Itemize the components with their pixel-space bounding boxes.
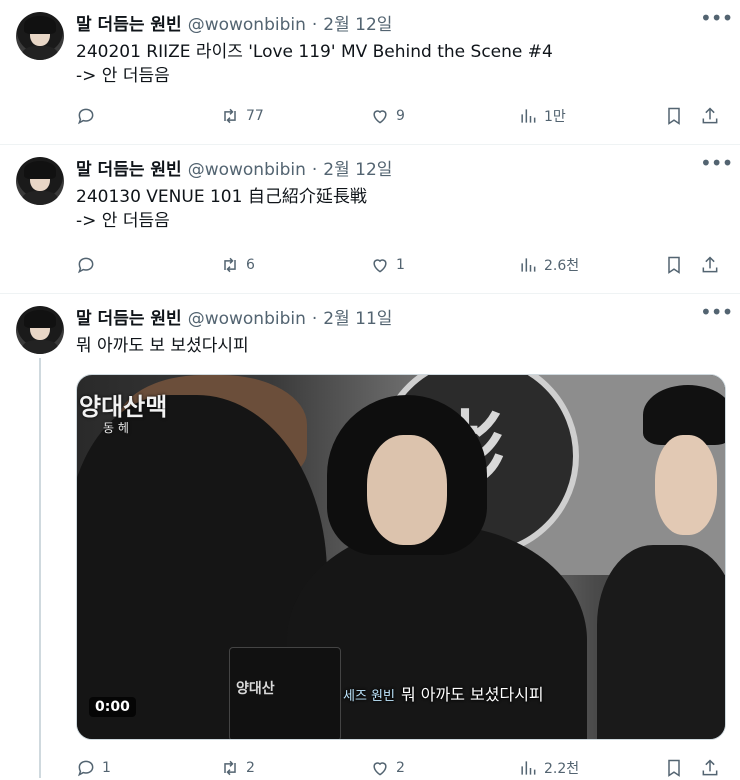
views-count: 2.6천 xyxy=(544,258,580,274)
reply-count: 1 xyxy=(102,760,111,776)
views-count: 2.2천 xyxy=(544,761,580,777)
bookmark-button[interactable] xyxy=(664,253,684,277)
like-button[interactable]: 2 xyxy=(370,756,405,780)
share-button[interactable] xyxy=(700,253,720,277)
tweet-text-line: -> 안 더듬음 xyxy=(76,66,170,86)
tweet-date[interactable]: 2월 12일 xyxy=(323,10,392,35)
avatar[interactable] xyxy=(16,12,64,60)
more-horizontal-icon: ••• xyxy=(700,300,733,324)
tweet-text: 240201 RIIZE 라이즈 'Love 119' MV Behind th… xyxy=(76,40,710,88)
author-name[interactable]: 말 더듬는 원빈 xyxy=(76,155,182,180)
views-button[interactable]: 1만 xyxy=(518,104,566,128)
retweet-icon xyxy=(224,108,236,124)
views-count: 1만 xyxy=(544,109,566,125)
subtitle-name-tag: 세즈 원빈 xyxy=(343,689,395,704)
reply-button[interactable] xyxy=(76,104,102,128)
tweet-text: 240130 VENUE 101 自己紹介延長戦 -> 안 더듬음 xyxy=(76,185,710,233)
bar-chart-icon xyxy=(521,761,536,775)
video-subtitle: 세즈 원빈 뭐 아까도 보셨다시피 xyxy=(343,681,544,705)
tweet-actions: 6 1 2.6천 xyxy=(76,253,724,277)
tweet-text: 뭐 아까도 보 보셨다시피 xyxy=(76,334,710,358)
bar-chart-icon xyxy=(521,258,536,272)
separator: · xyxy=(311,309,318,329)
person-right-face xyxy=(655,435,717,535)
like-count: 1 xyxy=(396,257,405,273)
views-button[interactable]: 2.6천 xyxy=(518,253,579,277)
tweet-3[interactable]: 말 더듬는 원빈 @wowonbibin · 2월 11일 ••• 뭐 아까도 … xyxy=(0,294,740,778)
person-center-face xyxy=(367,435,447,545)
more-horizontal-icon: ••• xyxy=(700,151,733,175)
separator: · xyxy=(311,15,318,35)
retweet-count: 6 xyxy=(246,257,255,273)
retweet-icon xyxy=(224,760,236,776)
tweet-header: 말 더듬는 원빈 @wowonbibin · 2월 12일 xyxy=(76,10,680,35)
retweet-button[interactable]: 77 xyxy=(220,104,264,128)
like-count: 9 xyxy=(396,108,405,124)
subtitle-text: 뭐 아까도 보셨다시피 xyxy=(400,685,544,704)
tweet-text-line: 240201 RIIZE 라이즈 'Love 119' MV Behind th… xyxy=(76,42,553,62)
person-right xyxy=(597,545,725,739)
tweet-text-line: 240130 VENUE 101 自己紹介延長戦 xyxy=(76,187,367,207)
tweet-actions: 77 9 1만 xyxy=(76,104,724,128)
tweet-1[interactable]: 말 더듬는 원빈 @wowonbibin · 2월 12일 ••• 240201… xyxy=(0,0,740,145)
share-button[interactable] xyxy=(700,756,720,780)
tweet-text-line: 뭐 아까도 보 보셨다시피 xyxy=(76,336,249,356)
tweet-header: 말 더듬는 원빈 @wowonbibin · 2월 11일 xyxy=(76,304,680,329)
retweet-button[interactable]: 2 xyxy=(220,756,255,780)
bookmark-icon xyxy=(668,256,680,274)
show-logo-sub: 동 헤 xyxy=(103,421,129,435)
author-handle[interactable]: @wowonbibin xyxy=(188,160,306,180)
tweet-header: 말 더듬는 원빈 @wowonbibin · 2월 12일 xyxy=(76,155,680,180)
tweet-date[interactable]: 2월 12일 xyxy=(323,155,392,180)
thread-line xyxy=(39,358,41,778)
retweet-count: 77 xyxy=(246,108,264,124)
more-options-button[interactable]: ••• xyxy=(700,302,733,326)
like-button[interactable]: 1 xyxy=(370,253,405,277)
reply-bubble-icon xyxy=(78,760,94,777)
retweet-button[interactable]: 6 xyxy=(220,253,255,277)
more-horizontal-icon: ••• xyxy=(700,6,733,30)
heart-icon xyxy=(373,110,387,124)
avatar[interactable] xyxy=(16,306,64,354)
reply-bubble-icon xyxy=(78,257,94,274)
like-count: 2 xyxy=(396,760,405,776)
show-logo: 양대산맥 xyxy=(79,392,168,421)
video-player[interactable]: 彬 양대산 양대산맥 동 헤 세즈 원빈뭐 아까도 보셨다시피 0:00 xyxy=(76,374,726,740)
more-options-button[interactable]: ••• xyxy=(700,153,733,177)
tweet-date[interactable]: 2월 11일 xyxy=(323,304,392,329)
heart-icon xyxy=(373,259,387,273)
reply-button[interactable] xyxy=(76,253,102,277)
share-upload-icon xyxy=(702,256,718,273)
video-duration: 0:00 xyxy=(89,697,136,717)
bookmark-icon xyxy=(668,107,680,125)
more-options-button[interactable]: ••• xyxy=(700,8,733,32)
share-upload-icon xyxy=(702,107,718,124)
tweet-text-line: -> 안 더듬음 xyxy=(76,211,170,231)
tweet-actions: 1 2 2 2.2천 xyxy=(76,756,724,780)
bookmark-button[interactable] xyxy=(664,756,684,780)
retweet-icon xyxy=(224,257,236,273)
retweet-count: 2 xyxy=(246,760,255,776)
heart-icon xyxy=(373,762,387,776)
author-handle[interactable]: @wowonbibin xyxy=(188,15,306,35)
bar-chart-icon xyxy=(521,109,536,123)
bookmark-icon xyxy=(668,759,680,777)
avatar[interactable] xyxy=(16,157,64,205)
reply-button[interactable]: 1 xyxy=(76,756,111,780)
bookmark-button[interactable] xyxy=(664,104,684,128)
book-title: 양대산 xyxy=(236,681,275,697)
like-button[interactable]: 9 xyxy=(370,104,405,128)
author-name[interactable]: 말 더듬는 원빈 xyxy=(76,10,182,35)
tweet-2[interactable]: 말 더듬는 원빈 @wowonbibin · 2월 12일 ••• 240130… xyxy=(0,145,740,294)
reply-bubble-icon xyxy=(78,108,94,125)
share-button[interactable] xyxy=(700,104,720,128)
separator: · xyxy=(311,160,318,180)
author-handle[interactable]: @wowonbibin xyxy=(188,309,306,329)
book-prop: 양대산 xyxy=(229,647,341,739)
share-upload-icon xyxy=(702,759,718,776)
views-button[interactable]: 2.2천 xyxy=(518,756,579,780)
author-name[interactable]: 말 더듬는 원빈 xyxy=(76,304,182,329)
